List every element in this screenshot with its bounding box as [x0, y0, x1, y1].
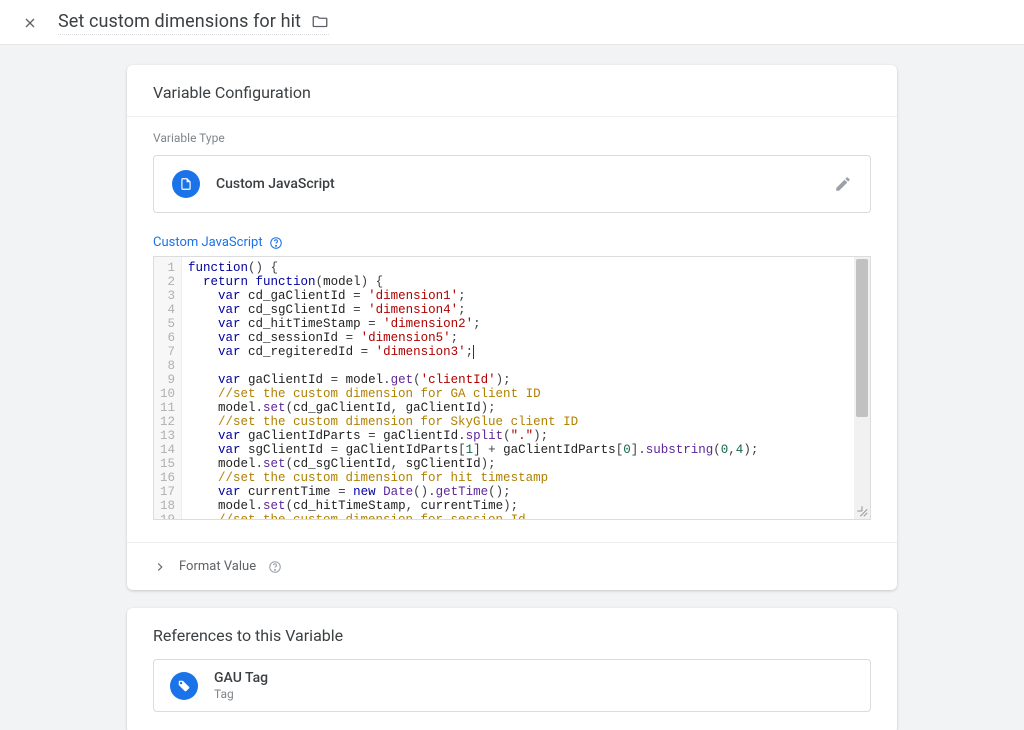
- main-content: Variable Configuration Variable Type Cus…: [0, 45, 1024, 730]
- variable-type-selector[interactable]: Custom JavaScript: [153, 155, 871, 213]
- close-button[interactable]: [20, 13, 40, 33]
- title-container[interactable]: Set custom dimensions for hit: [58, 11, 329, 35]
- code-content[interactable]: function() { return function(model) { va…: [182, 257, 870, 519]
- scrollbar-thumb[interactable]: [856, 259, 868, 417]
- reference-text: GAU Tag Tag: [214, 670, 268, 701]
- variable-type-name: Custom JavaScript: [216, 176, 818, 192]
- pencil-icon: [834, 175, 852, 193]
- references-title: References to this Variable: [153, 626, 871, 645]
- reference-name: GAU Tag: [214, 670, 268, 687]
- card-title: Variable Configuration: [153, 83, 871, 102]
- folder-icon[interactable]: [311, 13, 329, 31]
- reference-type: Tag: [214, 687, 268, 701]
- tag-icon: [170, 672, 198, 700]
- code-editor[interactable]: 1 2 3 4 5 6 7 8 9 10 11 12 13 14 15 16 1…: [153, 256, 871, 520]
- chevron-right-icon: [153, 560, 167, 574]
- page-title: Set custom dimensions for hit: [58, 11, 301, 32]
- format-value-help[interactable]: [268, 560, 282, 574]
- code-section-header: Custom JavaScript: [153, 235, 871, 250]
- edit-button[interactable]: [834, 175, 852, 193]
- variable-type-label: Variable Type: [153, 131, 871, 145]
- custom-javascript-icon: [172, 170, 200, 198]
- help-button[interactable]: [269, 236, 283, 250]
- scrollbar-track[interactable]: [854, 257, 870, 519]
- variable-configuration-card: Variable Configuration Variable Type Cus…: [127, 65, 897, 590]
- resize-handle[interactable]: [855, 504, 869, 518]
- format-value-label: Format Value: [179, 559, 256, 574]
- help-icon: [268, 560, 282, 574]
- line-number-gutter: 1 2 3 4 5 6 7 8 9 10 11 12 13 14 15 16 1…: [154, 257, 182, 519]
- help-icon: [269, 236, 283, 250]
- resize-icon: [855, 504, 869, 518]
- references-card: References to this Variable GAU Tag Tag: [127, 608, 897, 730]
- format-value-toggle[interactable]: Format Value: [127, 542, 897, 578]
- code-section-label: Custom JavaScript: [153, 235, 263, 250]
- dialog-header: Set custom dimensions for hit: [0, 0, 1024, 45]
- close-icon: [22, 15, 38, 31]
- divider: [127, 116, 897, 117]
- reference-item[interactable]: GAU Tag Tag: [153, 659, 871, 712]
